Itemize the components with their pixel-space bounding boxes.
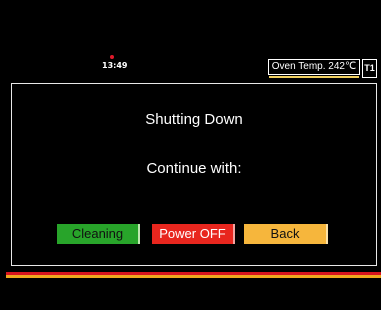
status-indicator-dot [110,55,114,59]
oven-temp-display: Oven Temp. 242℃ [268,59,360,75]
oven-temp-underline [269,76,359,78]
flag-stripe-gold [6,275,381,278]
tray-badge: T1 [362,59,377,78]
cleaning-button[interactable]: Cleaning [57,224,140,244]
back-button[interactable]: Back [244,224,328,244]
power-off-button[interactable]: Power OFF [152,224,235,244]
flag-stripe [6,269,381,278]
shutdown-dialog: Shutting Down Continue with: Cleaning Po… [11,83,377,266]
clock: 13:49 [102,61,128,70]
dialog-title: Shutting Down [145,111,243,128]
dialog-subtitle: Continue with: [146,160,242,177]
